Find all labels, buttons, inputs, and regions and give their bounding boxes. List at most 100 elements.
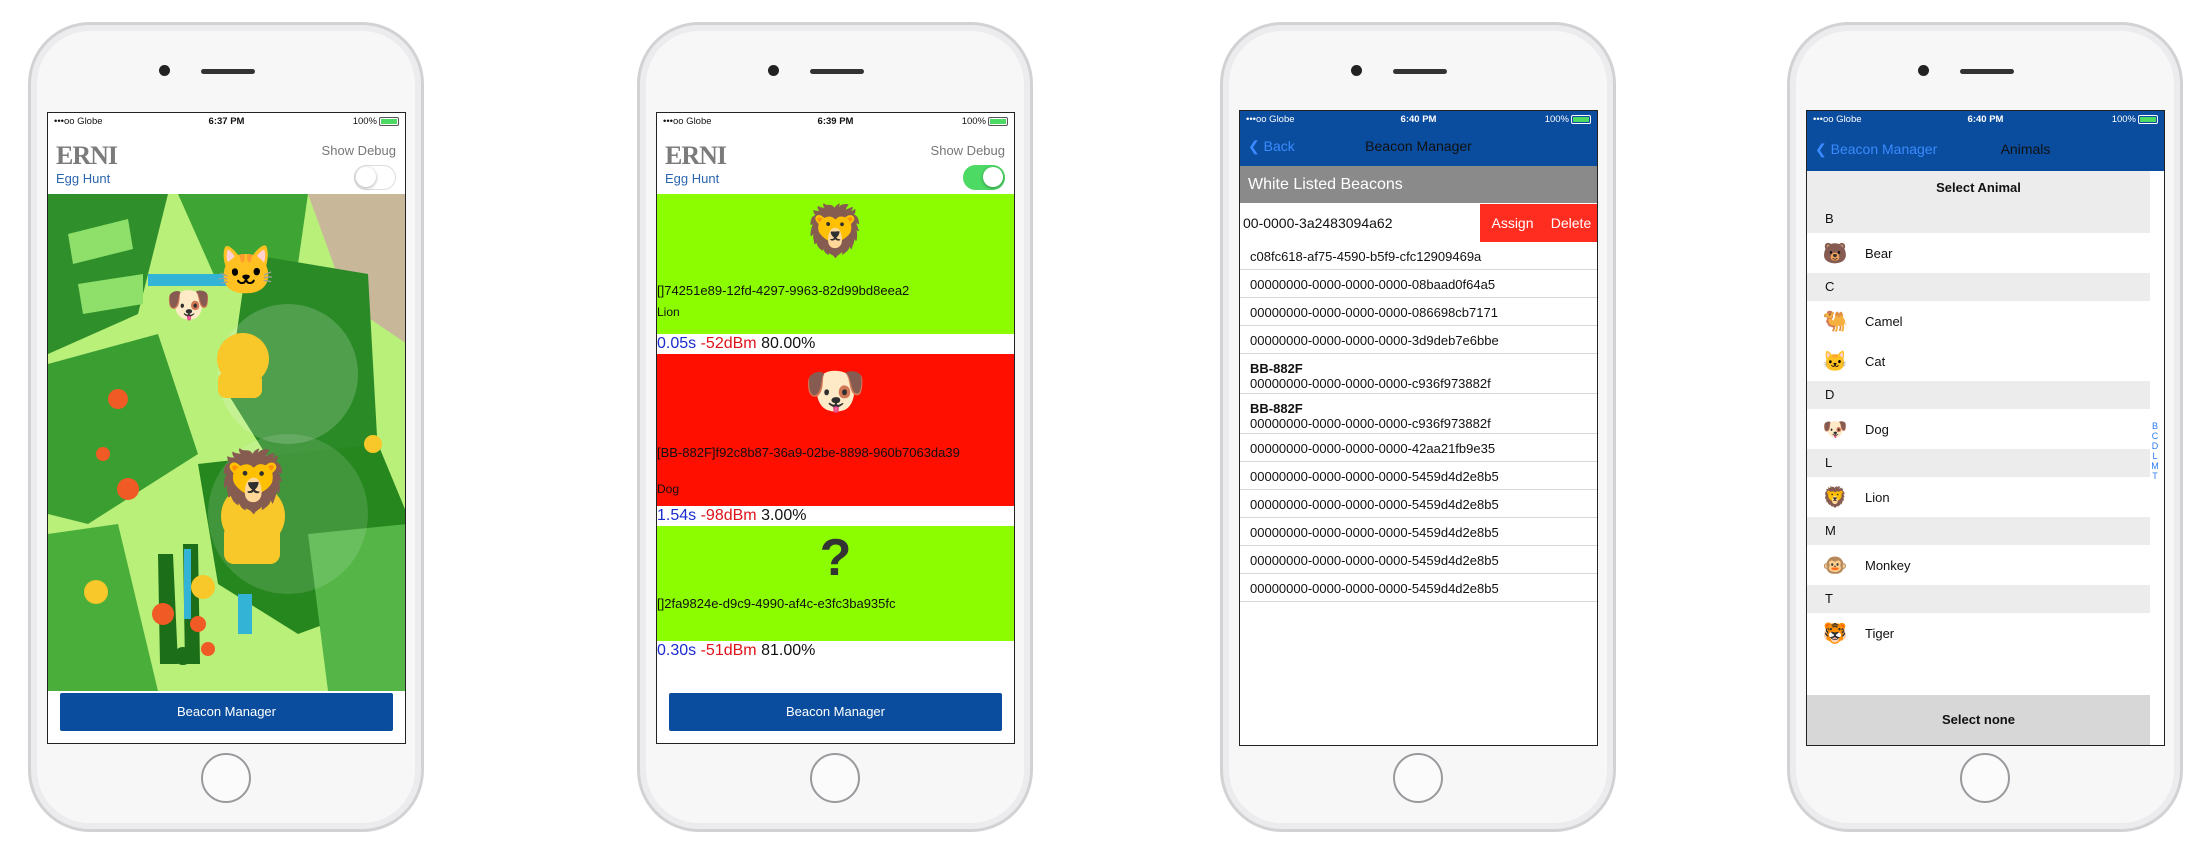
beacon-id: 00000000-0000-0000-0000-5459d4d2e8b5 bbox=[1250, 525, 1499, 540]
beacon-row[interactable]: c08fc618-af75-4590-b5f9-cfc12909469a bbox=[1240, 242, 1597, 270]
home-button[interactable] bbox=[1393, 753, 1443, 803]
animal-row-cat[interactable]: 🐱 Cat bbox=[1807, 341, 2150, 381]
assign-button[interactable]: Assign bbox=[1480, 204, 1545, 242]
phone-4: •••oo Globe 6:40 PM 100% ❮ Beacon Manage… bbox=[1787, 22, 2183, 832]
animal-name: Dog bbox=[1865, 422, 1889, 437]
screen: •••oo Globe 6:37 PM 100% ERNI Egg Hunt S… bbox=[47, 112, 406, 744]
beacon-row[interactable]: 00000000-0000-0000-0000-5459d4d2e8b5 bbox=[1240, 574, 1597, 602]
phone-2: •••oo Globe 6:39 PM 100% ERNI Egg Hunt S… bbox=[637, 22, 1033, 832]
beacon-row[interactable]: 00000000-0000-0000-0000-5459d4d2e8b5 bbox=[1240, 546, 1597, 574]
animal-row-monkey[interactable]: 🐵 Monkey bbox=[1807, 545, 2150, 585]
home-button[interactable] bbox=[1960, 753, 2010, 803]
beacon-time: 1.54s bbox=[657, 507, 697, 524]
battery-status: 100% bbox=[2112, 114, 2158, 125]
front-camera bbox=[1918, 65, 1929, 76]
beacon-row[interactable]: 00000000-0000-0000-0000-5459d4d2e8b5 bbox=[1240, 490, 1597, 518]
animal-row-dog[interactable]: 🐶 Dog bbox=[1807, 409, 2150, 449]
beacon-time: 0.30s bbox=[657, 642, 697, 659]
show-debug-toggle[interactable] bbox=[354, 165, 396, 190]
beacon-percent: 3.00% bbox=[761, 507, 807, 524]
select-none-button[interactable]: Select none bbox=[1807, 695, 2150, 745]
beacon-row[interactable]: 00000000-0000-0000-0000-5459d4d2e8b5 bbox=[1240, 462, 1597, 490]
cat-marker-icon[interactable]: 🐱 bbox=[216, 242, 276, 299]
beacon-row[interactable]: BB-882F 00000000-0000-0000-0000-c936f9738… bbox=[1240, 354, 1597, 394]
dog-marker-icon[interactable]: 🐶 bbox=[166, 284, 211, 326]
app-subtitle: Egg Hunt bbox=[665, 171, 720, 186]
section-letter: B bbox=[1807, 205, 2150, 233]
beacon-tag: BB-882F bbox=[1250, 361, 1303, 376]
beacon-uuid: [BB-882F]f92c8b87-36a9-02be-8898-960b706… bbox=[657, 445, 960, 460]
nav-bar: •••oo Globe 6:40 PM 100% ❮ Beacon Manage… bbox=[1807, 111, 2164, 171]
show-debug-toggle[interactable] bbox=[963, 165, 1005, 190]
animal-row-tiger[interactable]: 🐯 Tiger bbox=[1807, 613, 2150, 653]
earpiece-speaker bbox=[1960, 69, 2014, 74]
animal-row-lion[interactable]: 🦁 Lion bbox=[1807, 477, 2150, 517]
index-letter[interactable]: B bbox=[2150, 421, 2160, 431]
beacon-row[interactable]: 00000000-0000-0000-0000-086698cb7171 bbox=[1240, 298, 1597, 326]
beacon-card-dog[interactable]: 🐶 [BB-882F]f92c8b87-36a9-02be-8898-960b7… bbox=[657, 354, 1014, 506]
screen: •••oo Globe 6:39 PM 100% ERNI Egg Hunt S… bbox=[656, 112, 1015, 744]
beacon-id: 00000000-0000-0000-0000-c936f973882f bbox=[1250, 416, 1491, 431]
screen: •••oo Globe 6:40 PM 100% ❮ Beacon Manage… bbox=[1806, 110, 2165, 746]
battery-percent: 100% bbox=[1544, 114, 1569, 125]
home-button[interactable] bbox=[810, 753, 860, 803]
beacon-manager-button[interactable]: Beacon Manager bbox=[669, 693, 1002, 731]
beacon-row[interactable]: 00000000-0000-0000-0000-3d9deb7e6bbe bbox=[1240, 326, 1597, 354]
beacon-card-unknown[interactable]: ? []2fa9824e-d9c9-4990-af4c-e3fc3ba935fc bbox=[657, 526, 1014, 641]
index-letter[interactable]: T bbox=[2150, 471, 2160, 481]
beacon-row[interactable]: BB-882F 00000000-0000-0000-0000-c936f9738… bbox=[1240, 394, 1597, 434]
beacon-row[interactable]: 00000000-0000-0000-0000-42aa21fb9e35 bbox=[1240, 434, 1597, 462]
show-debug-label: Show Debug bbox=[321, 143, 396, 158]
chevron-left-icon: ❮ bbox=[1815, 141, 1831, 157]
select-animal-header: Select Animal bbox=[1807, 171, 2150, 205]
battery-status: 100% bbox=[353, 116, 399, 127]
app-logo: ERNI bbox=[56, 141, 118, 170]
section-letter: M bbox=[1807, 517, 2150, 545]
front-camera bbox=[768, 65, 779, 76]
index-letter[interactable]: M bbox=[2150, 461, 2160, 471]
nav-title: Animals bbox=[2000, 141, 2051, 157]
nav-title: Beacon Manager bbox=[1365, 138, 1472, 154]
status-bar: •••oo Globe 6:37 PM 100% bbox=[48, 113, 405, 129]
beacon-id: 00000000-0000-0000-0000-3d9deb7e6bbe bbox=[1250, 333, 1499, 348]
swiped-beacon-row[interactable]: 00-0000-3a2483094a62 Assign Delete bbox=[1240, 204, 1597, 242]
home-button[interactable] bbox=[201, 753, 251, 803]
beacon-percent: 81.00% bbox=[761, 642, 816, 659]
battery-status: 100% bbox=[962, 116, 1008, 127]
animal-row-bear[interactable]: 🐻 Bear bbox=[1807, 233, 2150, 273]
clock: 6:39 PM bbox=[817, 116, 854, 127]
front-camera bbox=[159, 65, 170, 76]
beacon-id: 00000000-0000-0000-0000-c936f973882f bbox=[1250, 376, 1491, 391]
beacon-rssi: -98dBm bbox=[700, 507, 757, 524]
beacon-animal: Dog bbox=[657, 482, 680, 496]
animal-name: Bear bbox=[1865, 246, 1893, 261]
beacon-stats-row: 1.54s -98dBm 3.00% bbox=[657, 506, 1014, 526]
section-index[interactable]: BCDLMT bbox=[2150, 421, 2160, 481]
status-bar: •••oo Globe 6:40 PM 100% bbox=[1240, 111, 1597, 127]
index-letter[interactable]: L bbox=[2150, 451, 2160, 461]
earpiece-speaker bbox=[810, 69, 864, 74]
app-header: ERNI Egg Hunt Show Debug bbox=[48, 129, 405, 194]
beacon-row[interactable]: 00000000-0000-0000-0000-08baad0f64a5 bbox=[1240, 270, 1597, 298]
beacon-id: 00000000-0000-0000-0000-5459d4d2e8b5 bbox=[1250, 469, 1499, 484]
lion-marker-icon[interactable]: 🦁 bbox=[216, 446, 291, 517]
status-bar: •••oo Globe 6:39 PM 100% bbox=[657, 113, 1014, 129]
app-subtitle: Egg Hunt bbox=[56, 171, 111, 186]
beacon-manager-button[interactable]: Beacon Manager bbox=[60, 693, 393, 731]
battery-icon bbox=[379, 116, 399, 126]
beacon-row[interactable]: 00000000-0000-0000-0000-5459d4d2e8b5 bbox=[1240, 518, 1597, 546]
index-letter[interactable]: D bbox=[2150, 441, 2160, 451]
park-map[interactable]: 🐱 🐶 🦁 bbox=[48, 194, 405, 691]
beacon-id: 00000000-0000-0000-0000-08baad0f64a5 bbox=[1250, 277, 1496, 292]
beacon-card-lion[interactable]: 🦁 []74251e89-12fd-4297-9963-82d99bd8eea2… bbox=[657, 194, 1014, 334]
animal-row-camel[interactable]: 🐫 Camel bbox=[1807, 301, 2150, 341]
beacon-uuid: []2fa9824e-d9c9-4990-af4c-e3fc3ba935fc bbox=[657, 596, 896, 611]
battery-percent: 100% bbox=[352, 116, 377, 127]
index-letter[interactable]: C bbox=[2150, 431, 2160, 441]
delete-button[interactable]: Delete bbox=[1545, 204, 1597, 242]
beacon-id: 00000000-0000-0000-0000-5459d4d2e8b5 bbox=[1250, 497, 1499, 512]
beacon-id: 00000000-0000-0000-0000-5459d4d2e8b5 bbox=[1250, 581, 1499, 596]
animal-name: Camel bbox=[1865, 314, 1903, 329]
screen: •••oo Globe 6:40 PM 100% ❮ Back Beacon M… bbox=[1239, 110, 1598, 746]
battery-percent: 100% bbox=[961, 116, 986, 127]
